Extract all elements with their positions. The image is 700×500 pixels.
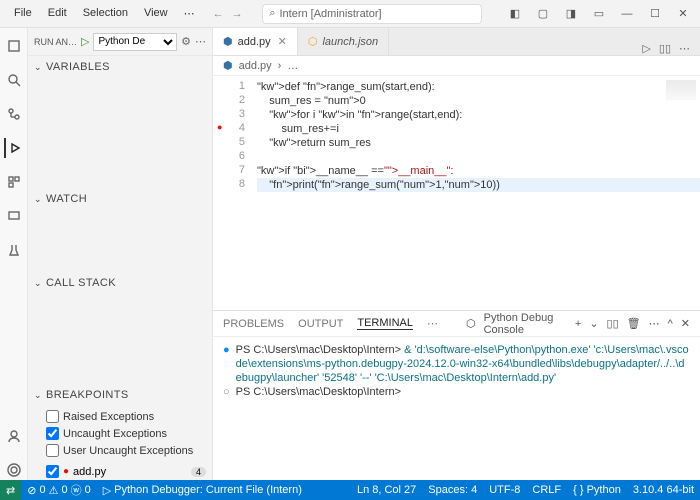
- gear-icon[interactable]: [4, 460, 24, 480]
- bp-file-check[interactable]: [46, 465, 59, 478]
- debug-bug-icon: ⬡: [466, 317, 476, 330]
- prompt-marker-icon: ●: [223, 343, 230, 385]
- activity-bar: [0, 28, 28, 480]
- python-file-icon: ⬢: [223, 59, 233, 72]
- new-terminal-icon[interactable]: +: [575, 318, 581, 330]
- maximize-panel-icon[interactable]: ^: [668, 318, 673, 330]
- menu-view[interactable]: View: [138, 3, 174, 24]
- bp-uncaught[interactable]: Uncaught Exceptions: [46, 425, 204, 442]
- nav-forward-icon[interactable]: →: [232, 8, 243, 20]
- code-editor[interactable]: 123●45678 "kw">def "fn">range_sum(start,…: [213, 76, 700, 310]
- panel-tab-more-icon[interactable]: ⋯: [427, 317, 438, 330]
- variables-header[interactable]: ⌄VARIABLES: [28, 56, 212, 78]
- split-editor-icon[interactable]: ▯▯: [659, 42, 671, 55]
- prompt-marker-icon: ○: [223, 385, 230, 399]
- run-file-icon[interactable]: ▷: [642, 42, 650, 55]
- layout-3-icon[interactable]: ◨: [558, 3, 584, 25]
- python-file-icon: ⬢: [223, 35, 233, 48]
- remote-status[interactable]: ⇄: [0, 480, 21, 500]
- debug-more-icon[interactable]: ⋯: [195, 35, 206, 48]
- nav-back-icon[interactable]: ←: [213, 8, 224, 20]
- debug-gear-icon[interactable]: ⚙: [181, 35, 191, 48]
- menu-more[interactable]: ⋯: [178, 3, 201, 24]
- status-encoding[interactable]: UTF-8: [483, 484, 526, 496]
- title-bar: File Edit Selection View ⋯ ← → ⌕ Intern …: [0, 0, 700, 28]
- tab-close-icon[interactable]: ✕: [278, 35, 287, 48]
- menu-selection[interactable]: Selection: [77, 3, 134, 24]
- testing-icon[interactable]: [4, 240, 24, 260]
- terminal-dropdown-icon[interactable]: ⌄: [589, 317, 598, 330]
- editor-tabs: ⬢ add.py ✕ ⬡ launch.json ▷ ▯▯ ⋯: [213, 28, 700, 56]
- account-icon[interactable]: [4, 426, 24, 446]
- status-lang[interactable]: { } Python: [567, 484, 627, 496]
- status-eol[interactable]: CRLF: [526, 484, 567, 496]
- panel-tab-output[interactable]: OUTPUT: [298, 318, 343, 330]
- status-python[interactable]: 3.10.4 64-bit: [627, 484, 700, 496]
- tab-add-py[interactable]: ⬢ add.py ✕: [213, 28, 298, 55]
- breadcrumb[interactable]: ⬢ add.py › …: [213, 56, 700, 76]
- terminal-body[interactable]: ●PS C:\Users\mac\Desktop\Intern> & 'd:\s…: [213, 337, 700, 480]
- menu-bar: File Edit Selection View ⋯: [0, 3, 201, 24]
- explorer-icon[interactable]: [4, 36, 24, 56]
- breakpoint-dot-icon: ●: [63, 466, 69, 477]
- kill-terminal-icon[interactable]: 🗑: [627, 317, 641, 330]
- debug-sidebar: RUN AN… ▷ Python De ⚙ ⋯ ⌄VARIABLES ⌄WATC…: [28, 28, 213, 480]
- status-cursor[interactable]: Ln 8, Col 27: [351, 484, 422, 496]
- bp-raised[interactable]: Raised Exceptions: [46, 408, 204, 425]
- close-panel-icon[interactable]: ✕: [681, 317, 690, 330]
- split-terminal-icon[interactable]: ▯▯: [607, 317, 619, 330]
- bottom-panel: PROBLEMS OUTPUT TERMINAL ⋯ ⬡ Python Debu…: [213, 310, 700, 480]
- scm-icon[interactable]: [4, 104, 24, 124]
- json-file-icon: ⬡: [308, 35, 318, 48]
- debug-config-select[interactable]: Python De: [93, 33, 177, 51]
- layout-4-icon[interactable]: ▭: [586, 3, 612, 25]
- bp-user-uncaught[interactable]: User Uncaught Exceptions: [46, 442, 204, 459]
- tab-launch-json[interactable]: ⬡ launch.json: [298, 28, 389, 55]
- debug-icon[interactable]: [4, 138, 24, 158]
- nav-arrows: ← →: [213, 8, 243, 20]
- search-icon: ⌕: [269, 7, 275, 20]
- editor-more-icon[interactable]: ⋯: [679, 42, 690, 55]
- extensions-icon[interactable]: [4, 172, 24, 192]
- panel-more-icon[interactable]: ⋯: [649, 317, 660, 330]
- window-title: Intern [Administrator]: [279, 8, 381, 20]
- start-debug-icon[interactable]: ▷: [81, 35, 89, 48]
- panel-tab-terminal[interactable]: TERMINAL: [357, 317, 413, 330]
- remote-icon[interactable]: [4, 206, 24, 226]
- layout-1-icon[interactable]: ◧: [502, 3, 528, 25]
- close-icon[interactable]: ✕: [670, 3, 696, 25]
- bp-file-entry[interactable]: ● add.py 4: [28, 463, 212, 480]
- search-icon[interactable]: [4, 70, 24, 90]
- status-errors[interactable]: ⊘0 ⚠0 ⓦ0: [21, 482, 96, 498]
- minimize-icon[interactable]: —: [614, 3, 640, 25]
- menu-edit[interactable]: Edit: [42, 3, 73, 24]
- callstack-header[interactable]: ⌄CALL STACK: [28, 272, 212, 294]
- status-spaces[interactable]: Spaces: 4: [422, 484, 483, 496]
- bp-line-badge: 4: [191, 467, 206, 477]
- maximize-icon[interactable]: ☐: [642, 3, 668, 25]
- layout-2-icon[interactable]: ▢: [530, 3, 556, 25]
- status-bar: ⇄ ⊘0 ⚠0 ⓦ0 ▷ Python Debugger: Current Fi…: [0, 480, 700, 500]
- terminal-label[interactable]: Python Debug Console: [484, 312, 567, 336]
- status-debugger[interactable]: ▷ Python Debugger: Current File (Intern): [97, 484, 308, 497]
- run-label: RUN AN…: [34, 37, 77, 47]
- panel-tab-problems[interactable]: PROBLEMS: [223, 318, 284, 330]
- watch-header[interactable]: ⌄WATCH: [28, 188, 212, 210]
- breakpoints-header[interactable]: ⌄BREAKPOINTS: [28, 384, 212, 406]
- command-center[interactable]: ⌕ Intern [Administrator]: [262, 4, 482, 24]
- menu-file[interactable]: File: [8, 3, 38, 24]
- minimap[interactable]: [666, 80, 696, 100]
